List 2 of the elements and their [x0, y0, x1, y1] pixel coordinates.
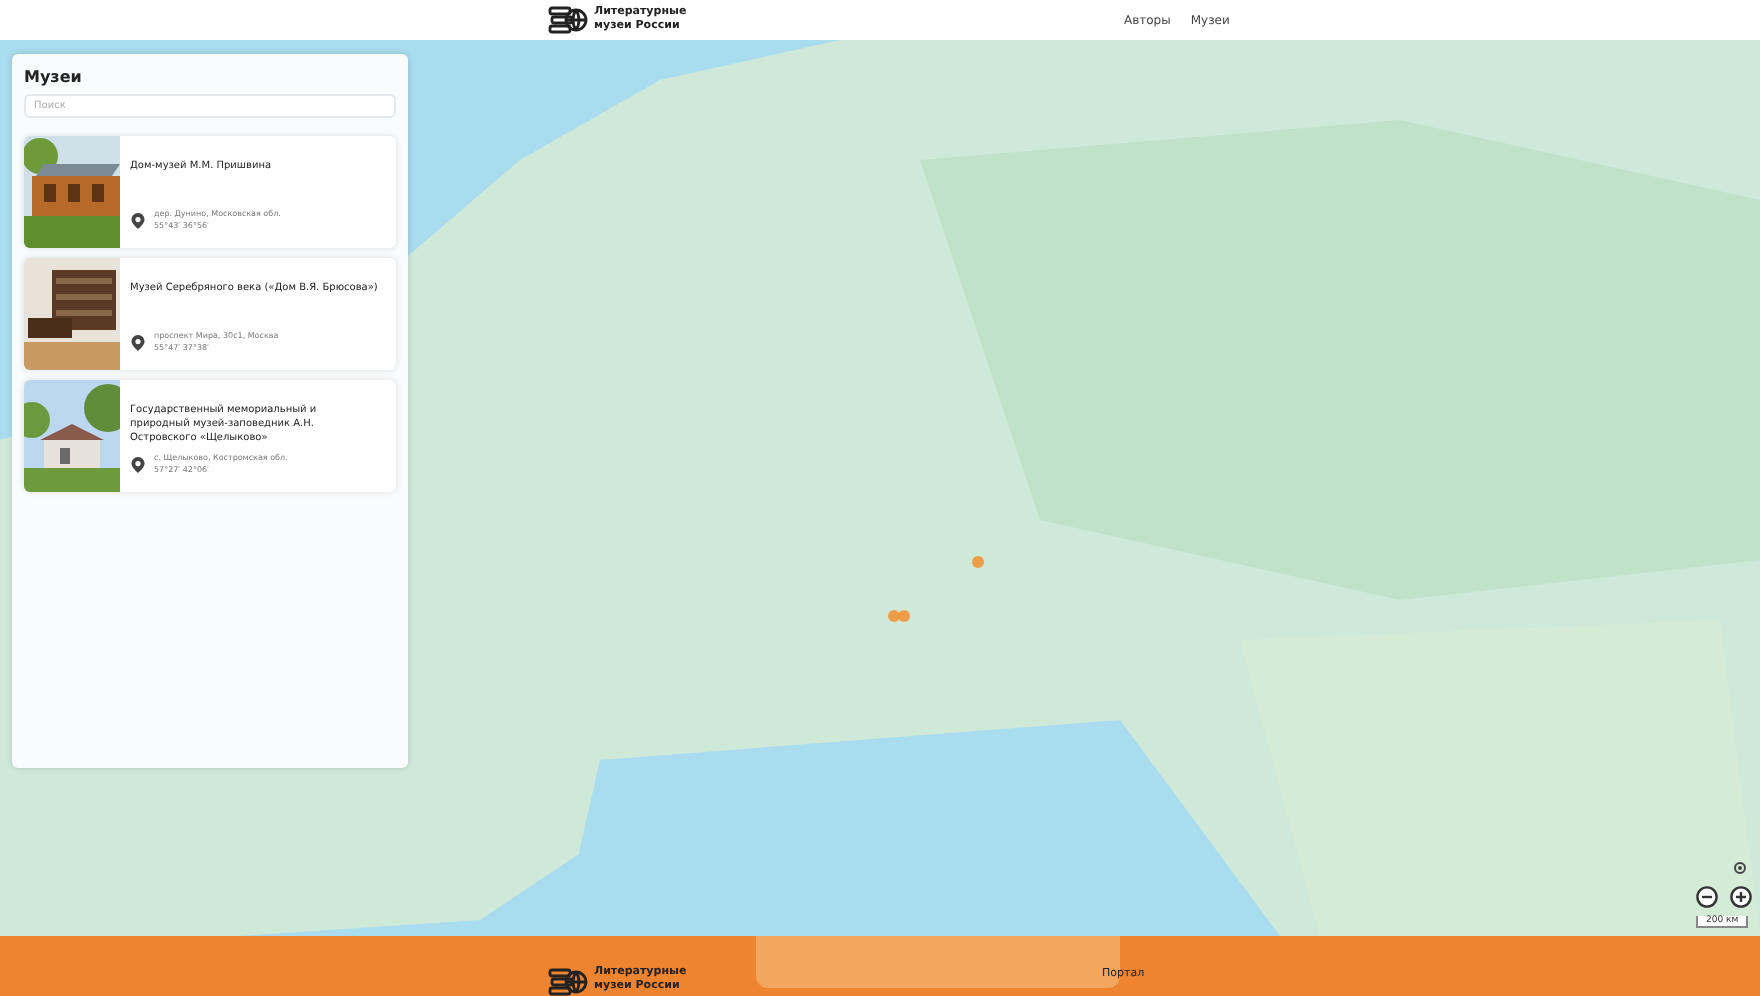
books-globe-icon: [548, 4, 588, 36]
books-globe-icon: [548, 966, 588, 996]
